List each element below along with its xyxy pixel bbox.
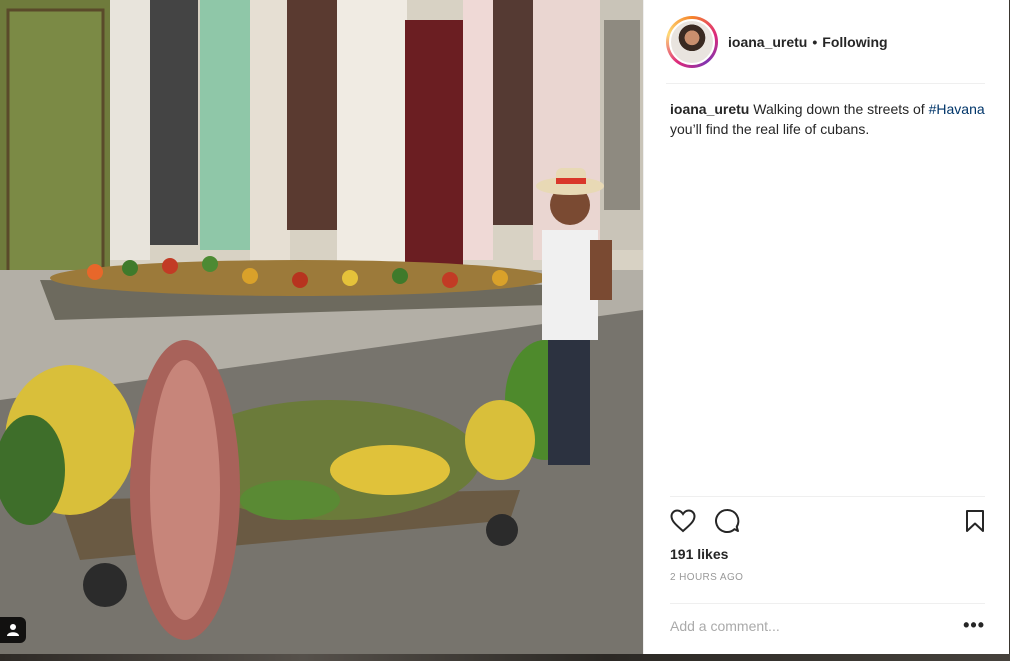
user-tag-icon[interactable] xyxy=(0,617,26,643)
fruit-cart-photo xyxy=(0,0,643,654)
post-side-panel: ioana_uretu • Following ioana_uretu Walk… xyxy=(643,0,1009,654)
bookmark-icon[interactable] xyxy=(953,505,985,537)
follow-status-button[interactable]: Following xyxy=(822,34,887,50)
comment-bubble-icon[interactable] xyxy=(714,505,746,537)
likes-count[interactable]: 191 likes xyxy=(670,546,985,562)
comment-bar: ••• xyxy=(670,603,985,647)
caption-text-after: you’ll find the real life of cubans. xyxy=(670,121,870,137)
post-header: ioana_uretu • Following xyxy=(666,14,985,84)
comment-input[interactable] xyxy=(670,617,964,634)
post-caption: ioana_uretu Walking down the streets of … xyxy=(670,99,990,139)
caption-text-before: Walking down the streets of xyxy=(749,101,929,117)
header-text: ioana_uretu • Following xyxy=(728,34,888,50)
more-options-button[interactable]: ••• xyxy=(963,615,985,636)
avatar[interactable] xyxy=(666,15,718,68)
header-separator: • xyxy=(812,33,818,50)
post-photo[interactable] xyxy=(0,0,643,654)
action-bar xyxy=(670,497,985,545)
author-username[interactable]: ioana_uretu xyxy=(728,34,807,50)
post-actions-section: 191 likes 2 HOURS AGO xyxy=(670,496,985,583)
heart-icon[interactable] xyxy=(670,505,702,537)
avatar-image xyxy=(669,18,715,65)
backdrop-strip xyxy=(0,654,1010,661)
post-timestamp[interactable]: 2 HOURS AGO xyxy=(670,572,985,583)
hashtag-link[interactable]: #Havana xyxy=(929,101,985,117)
caption-username[interactable]: ioana_uretu xyxy=(670,101,749,117)
